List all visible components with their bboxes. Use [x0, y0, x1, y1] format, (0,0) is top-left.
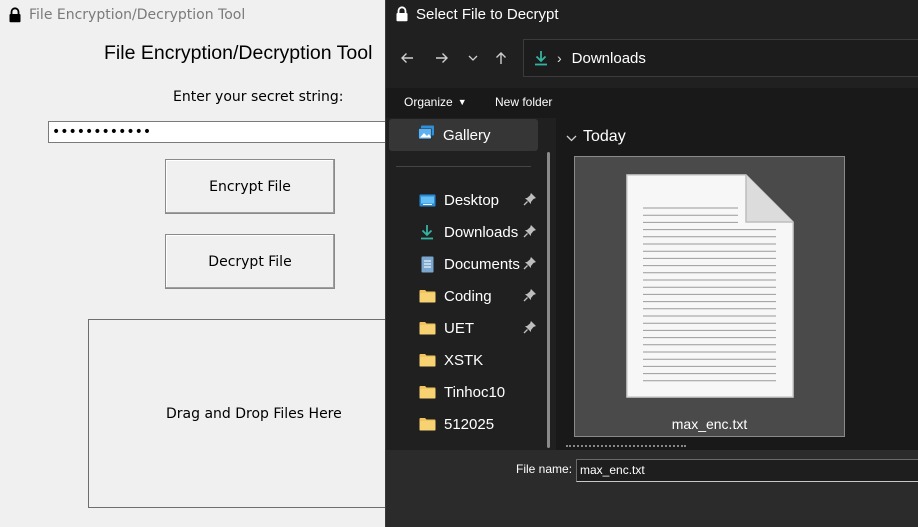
- folder-icon: [418, 353, 436, 367]
- pin-icon: [523, 321, 536, 334]
- dialog-toolbar: Organize ▼ New folder: [386, 88, 918, 118]
- group-header-label: Today: [583, 128, 626, 145]
- sidebar-item-512025[interactable]: 512025: [386, 408, 546, 440]
- folder-icon: [418, 289, 436, 303]
- chevron-down-icon: [468, 55, 478, 61]
- sidebar-item-uet[interactable]: UET: [386, 312, 546, 344]
- drop-zone[interactable]: Drag and Drop Files Here: [88, 319, 398, 508]
- caret-down-icon: ▼: [457, 97, 467, 107]
- sidebar-item-label: UET: [444, 319, 474, 337]
- dialog-titlebar: Select File to Decrypt: [386, 0, 918, 28]
- secret-label: Enter your secret string:: [173, 89, 344, 105]
- file-name-input[interactable]: max_enc.txt: [576, 459, 918, 482]
- navigation-scrollbar[interactable]: [547, 152, 550, 448]
- divider: [396, 166, 531, 167]
- sidebar-item-label: Documents: [444, 255, 520, 273]
- back-button[interactable]: [395, 46, 419, 70]
- address-bar[interactable]: › Downloads: [523, 39, 918, 77]
- sidebar-item-downloads[interactable]: Downloads: [386, 216, 546, 248]
- file-name-label: max_enc.txt: [671, 416, 748, 432]
- download-icon: [418, 224, 436, 240]
- app-window-title: File Encryption/Decryption Tool: [29, 7, 246, 23]
- decrypt-button[interactable]: Decrypt File: [165, 234, 335, 289]
- arrow-up-icon: [496, 52, 506, 64]
- lock-icon: [9, 7, 21, 23]
- recent-locations-button[interactable]: [461, 46, 485, 70]
- pin-icon: [523, 257, 536, 270]
- sidebar-item-label: Tinhoc10: [444, 383, 506, 401]
- arrow-left-icon: [401, 53, 413, 63]
- file-name-field-label: File name:: [516, 462, 573, 476]
- file-list-pane: Today max_enc.txt: [556, 118, 918, 450]
- folder-icon: [418, 417, 436, 431]
- pin-icon: [523, 193, 536, 206]
- download-icon: [535, 51, 547, 66]
- sidebar-item-label: Desktop: [444, 191, 500, 209]
- sidebar-item-desktop[interactable]: Desktop: [386, 184, 546, 216]
- gallery-icon: [418, 125, 435, 145]
- group-header-today[interactable]: Today: [566, 128, 626, 146]
- sidebar-item-documents[interactable]: Documents: [386, 248, 546, 280]
- decrypt-button-label: Decrypt File: [208, 253, 292, 270]
- sidebar-item-coding[interactable]: Coding: [386, 280, 546, 312]
- chevron-right-icon: ›: [557, 50, 562, 66]
- sidebar-item-label: Gallery: [443, 126, 491, 144]
- up-button[interactable]: [489, 46, 513, 70]
- sidebar-item-gallery[interactable]: Gallery: [389, 119, 538, 151]
- folder-icon: [418, 385, 436, 399]
- desktop-icon: [418, 194, 436, 207]
- page-title: File Encryption/Decryption Tool: [104, 42, 373, 64]
- pin-icon: [523, 289, 536, 302]
- sidebar-item-label: Downloads: [444, 223, 519, 241]
- navigation-pane: Gallery Desktop Downloads Documents Codi…: [386, 118, 554, 450]
- dialog-nav-row: › Downloads: [386, 38, 918, 78]
- dialog-footer: File name: max_enc.txt: [386, 450, 918, 527]
- encrypt-button-label: Encrypt File: [209, 178, 291, 195]
- file-item[interactable]: max_enc.txt: [574, 156, 845, 437]
- text-file-icon: [626, 174, 794, 398]
- file-dialog: Select File to Decrypt › Downloads Organ…: [385, 0, 918, 527]
- address-location[interactable]: Downloads: [572, 50, 646, 67]
- organize-button[interactable]: Organize ▼: [404, 95, 467, 109]
- arrow-right-icon: [436, 53, 448, 63]
- forward-button[interactable]: [430, 46, 454, 70]
- lock-icon: [396, 6, 408, 22]
- drop-zone-label: Drag and Drop Files Here: [166, 405, 342, 422]
- sidebar-item-label: Coding: [444, 287, 492, 305]
- sidebar-item-label: XSTK: [444, 351, 484, 369]
- pin-icon: [523, 225, 536, 238]
- secret-input[interactable]: ••••••••••••: [48, 121, 393, 143]
- new-folder-button[interactable]: New folder: [495, 95, 552, 109]
- documents-icon: [418, 256, 436, 273]
- sidebar-item-xstk[interactable]: XSTK: [386, 344, 546, 376]
- encrypt-button[interactable]: Encrypt File: [165, 159, 335, 214]
- chevron-down-icon: [566, 130, 577, 145]
- folder-icon: [418, 321, 436, 335]
- dialog-title: Select File to Decrypt: [416, 5, 559, 23]
- sidebar-item-label: 512025: [444, 415, 495, 433]
- organize-label: Organize: [404, 95, 453, 109]
- sidebar-item-tinhoc10[interactable]: Tinhoc10: [386, 376, 546, 408]
